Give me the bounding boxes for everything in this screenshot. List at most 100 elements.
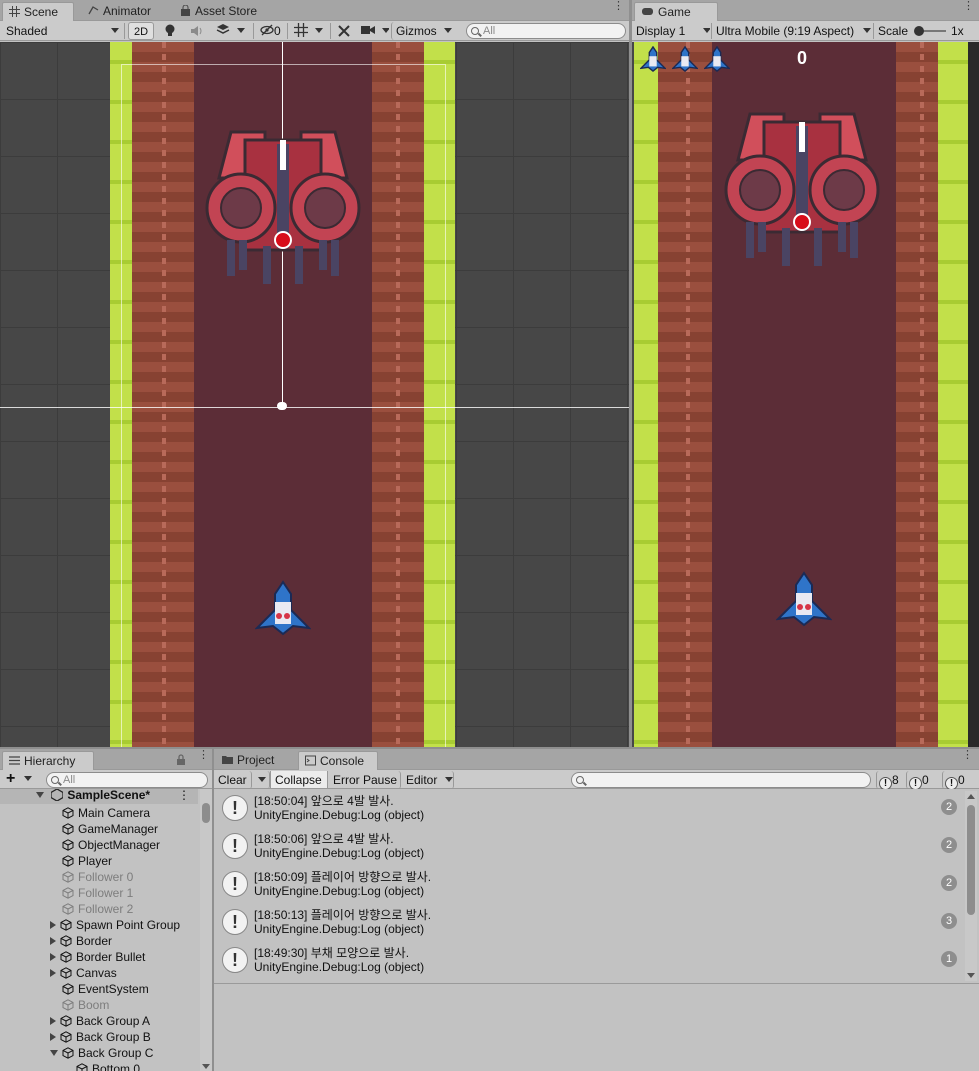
scene-viewport[interactable] xyxy=(0,42,629,747)
toolbar-divider xyxy=(124,23,125,39)
hierarchy-tree: SampleScene* ⋮ Main Camera GameManager Obj… xyxy=(0,789,212,1071)
lighting-toggle[interactable] xyxy=(160,22,182,40)
expand-arrow-icon[interactable] xyxy=(50,969,56,977)
clear-button[interactable]: Clear xyxy=(214,771,252,789)
speaker-icon xyxy=(191,26,202,36)
info-filter-toggle[interactable]: ! 0 xyxy=(906,771,940,789)
console-log-entry[interactable]: ! [18:50:09] 플레이어 방향으로 발사. UnityEngine.Deb… xyxy=(214,865,961,903)
hierarchy-item[interactable]: EventSystem xyxy=(0,981,198,997)
tab-console[interactable]: Console xyxy=(298,751,378,770)
hierarchy-item[interactable]: Follower 2 xyxy=(0,901,198,917)
gameobject-cube-icon xyxy=(62,999,74,1011)
aspect-dropdown[interactable]: Ultra Mobile (9:19 Aspect) xyxy=(712,22,872,40)
expand-arrow-icon[interactable] xyxy=(50,1017,56,1025)
hierarchy-item[interactable]: Boom xyxy=(0,997,198,1013)
console-log-entry[interactable]: ! [18:50:04] 앞으로 4발 발사. UnityEngine.Debug:… xyxy=(214,789,961,827)
warning-filter-toggle[interactable]: ! 8 xyxy=(876,771,904,789)
player-sprite[interactable] xyxy=(255,580,311,636)
tab-scene[interactable]: Scene xyxy=(2,2,74,21)
hierarchy-item[interactable]: Spawn Point Group xyxy=(0,917,198,933)
scene-panel-menu-icon[interactable]: ⋮ xyxy=(613,1,624,12)
hierarchy-item[interactable]: Back Group A xyxy=(0,1013,198,1029)
console-search-input[interactable] xyxy=(571,772,871,788)
tools-toggle[interactable] xyxy=(333,22,355,40)
hierarchy-item[interactable]: Border xyxy=(0,933,198,949)
console-detail-splitter[interactable] xyxy=(214,983,979,984)
scale-slider[interactable] xyxy=(914,26,946,36)
hierarchy-item[interactable]: Back Group B xyxy=(0,1029,198,1045)
tab-project[interactable]: Project xyxy=(216,751,282,770)
hierarchy-item-label: Player xyxy=(78,854,113,868)
info-count: 0 xyxy=(922,773,929,787)
display-dropdown[interactable]: Display 1 xyxy=(632,22,710,40)
hierarchy-item[interactable]: Player xyxy=(0,853,198,869)
scene-root-row[interactable]: SampleScene* ⋮ xyxy=(0,789,198,804)
editor-dropdown[interactable]: Editor xyxy=(402,771,454,789)
gameobject-cube-icon xyxy=(60,967,72,979)
expand-arrow-icon[interactable] xyxy=(36,792,44,798)
hidden-objects-toggle[interactable]: 0 xyxy=(256,22,286,40)
shading-mode-dropdown[interactable]: Shaded xyxy=(2,22,120,40)
game-right-edge xyxy=(968,42,979,747)
expand-arrow-icon[interactable] xyxy=(50,937,56,945)
grid-snap-dropdown[interactable] xyxy=(290,22,328,40)
tab-asset-store[interactable]: Asset Store xyxy=(174,2,265,21)
eye-slash-icon xyxy=(260,24,274,36)
scene-search-input[interactable]: All xyxy=(466,23,626,39)
hierarchy-item[interactable]: Follower 1 xyxy=(0,885,198,901)
tab-game[interactable]: Game xyxy=(634,2,718,21)
hierarchy-menu-icon[interactable]: ⋮ xyxy=(198,750,209,761)
gizmos-dropdown[interactable]: Gizmos xyxy=(391,22,459,40)
tab-animator[interactable]: Animator xyxy=(82,2,159,21)
console-log-entry[interactable]: ! [18:49:30] 부채 모양으로 발사. UnityEngine.Debug… xyxy=(214,941,961,979)
hierarchy-item[interactable]: Back Group C xyxy=(0,1045,198,1061)
hierarchy-add-button[interactable]: + xyxy=(2,771,38,789)
scene-name: SampleScene* xyxy=(67,789,151,802)
lock-icon[interactable] xyxy=(176,754,186,765)
toggle-2d-button[interactable]: 2D xyxy=(128,22,154,40)
hierarchy-item[interactable]: GameManager xyxy=(0,821,198,837)
error-filter-toggle[interactable]: ! 0 xyxy=(942,771,977,789)
log-message: [18:49:30] 부채 모양으로 발사. xyxy=(254,946,410,960)
camera-dropdown[interactable] xyxy=(357,22,389,40)
hierarchy-item-label: EventSystem xyxy=(78,982,149,996)
collapse-toggle[interactable]: Collapse xyxy=(270,771,328,789)
hierarchy-item[interactable]: Main Camera xyxy=(0,805,198,821)
scroll-down-arrow-icon[interactable] xyxy=(202,1064,210,1069)
aspect-label: Ultra Mobile (9:19 Aspect) xyxy=(716,24,855,38)
game-panel-menu-icon[interactable]: ⋮ xyxy=(963,1,974,12)
console-log-entry[interactable]: ! [18:50:06] 앞으로 4발 발사. UnityEngine.Debug:… xyxy=(214,827,961,865)
boss-sprite[interactable] xyxy=(205,128,361,284)
log-stacktrace: UnityEngine.Debug:Log (object) xyxy=(254,960,425,974)
scale-slider-handle[interactable] xyxy=(914,26,924,36)
tab-hierarchy[interactable]: Hierarchy xyxy=(2,751,94,770)
hierarchy-item[interactable]: Bottom 0 xyxy=(0,1061,198,1071)
scroll-down-arrow-icon[interactable] xyxy=(967,973,975,978)
audio-toggle[interactable] xyxy=(186,22,208,40)
console-scrollbar[interactable] xyxy=(965,791,977,981)
selected-pivot[interactable] xyxy=(277,402,287,410)
expand-arrow-icon[interactable] xyxy=(50,921,56,929)
tab-scene-label: Scene xyxy=(24,5,59,19)
unity-scene-icon xyxy=(50,789,64,802)
expand-arrow-icon[interactable] xyxy=(50,1033,56,1041)
expand-arrow-icon[interactable] xyxy=(50,953,56,961)
collapse-arrow-icon[interactable] xyxy=(50,1050,58,1056)
console-scroll-thumb[interactable] xyxy=(967,805,975,915)
hierarchy-item[interactable]: Follower 0 xyxy=(0,869,198,885)
hierarchy-item[interactable]: Canvas xyxy=(0,965,198,981)
effects-dropdown[interactable] xyxy=(212,22,252,40)
hierarchy-scroll-thumb[interactable] xyxy=(202,803,210,823)
game-viewport[interactable]: 0 xyxy=(632,42,979,747)
hierarchy-search-input[interactable]: All xyxy=(46,772,208,788)
error-pause-toggle[interactable]: Error Pause xyxy=(329,771,401,789)
scene-menu-icon[interactable]: ⋮ xyxy=(178,789,190,804)
scroll-up-arrow-icon[interactable] xyxy=(967,794,975,799)
hierarchy-item[interactable]: Border Bullet xyxy=(0,949,198,965)
console-log-entry[interactable]: ! [18:50:13] 플레이어 방향으로 발사. UnityEngine.Deb… xyxy=(214,903,961,941)
hierarchy-item[interactable]: ObjectManager xyxy=(0,837,198,853)
gameobject-cube-icon xyxy=(62,823,74,835)
console-menu-icon[interactable]: ⋮ xyxy=(962,750,973,761)
hierarchy-scrollbar[interactable] xyxy=(200,789,212,1071)
clear-options-dropdown[interactable] xyxy=(252,771,270,789)
